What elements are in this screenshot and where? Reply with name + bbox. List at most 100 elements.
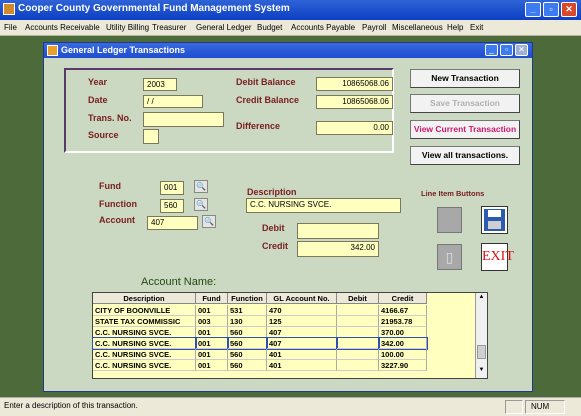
function-field[interactable]: 560	[160, 199, 184, 213]
debit-balance-label: Debit Balance	[236, 77, 296, 87]
table-cell[interactable]: 125	[267, 316, 337, 327]
fund-label: Fund	[99, 181, 121, 191]
save-line-icon[interactable]	[481, 206, 508, 234]
scroll-down-icon[interactable]: ▼	[477, 367, 486, 376]
table-cell[interactable]: 560	[227, 337, 268, 350]
table-cell[interactable]: 560	[228, 360, 267, 371]
menu-accounts-payable[interactable]: Accounts Payable	[291, 23, 355, 32]
menu-budget[interactable]: Budget	[257, 23, 282, 32]
table-cell[interactable]	[336, 337, 380, 350]
table-cell[interactable]: 370.00	[379, 327, 427, 338]
table-cell[interactable]	[337, 349, 379, 360]
table-cell[interactable]: 407	[267, 327, 337, 338]
info-line-icon[interactable]: ▯	[437, 244, 462, 270]
table-cell[interactable]	[337, 360, 379, 371]
fund-field[interactable]: 001	[160, 181, 184, 195]
view-current-transaction-button[interactable]: View Current Transaction	[410, 120, 520, 139]
exit-line-icon[interactable]: EXIT	[481, 243, 514, 271]
table-cell[interactable]: 342.00	[378, 337, 428, 350]
col-debit[interactable]: Debit	[337, 293, 379, 304]
credit-balance-label: Credit Balance	[236, 95, 300, 105]
status-panel	[505, 400, 523, 414]
window-close-icon[interactable]: ✕	[515, 44, 528, 56]
window-title: General Ledger Transactions	[61, 45, 186, 55]
trans-no-label: Trans. No.	[88, 113, 132, 123]
table-cell[interactable]: 001	[196, 360, 228, 371]
account-lookup-icon[interactable]: 🔍	[202, 215, 216, 228]
menu-file[interactable]: File	[4, 23, 17, 32]
table-cell[interactable]: C.C. NURSING SVCE.	[93, 327, 196, 338]
col-fund[interactable]: Fund	[196, 293, 228, 304]
maximize-icon[interactable]: ▫	[543, 2, 559, 17]
table-cell[interactable]	[337, 305, 379, 316]
status-bar: Enter a description of this transaction.…	[0, 397, 581, 416]
table-cell[interactable]	[337, 327, 379, 338]
table-cell[interactable]: C.C. NURSING SVCE.	[92, 337, 197, 350]
blank-line-item-button[interactable]	[437, 207, 462, 233]
menu-exit[interactable]: Exit	[470, 23, 483, 32]
table-cell[interactable]: C.C. NURSING SVCE.	[93, 360, 196, 371]
transactions-grid[interactable]: Description Fund Function GL Account No.…	[92, 292, 488, 379]
close-icon[interactable]: ✕	[561, 2, 577, 17]
credit-field[interactable]: 342.00	[297, 241, 379, 257]
col-credit[interactable]: Credit	[379, 293, 427, 304]
menu-payroll[interactable]: Payroll	[362, 23, 386, 32]
table-cell[interactable]: C.C. NURSING SVCE.	[93, 349, 196, 360]
window-minimize-icon[interactable]: _	[485, 44, 498, 56]
scroll-thumb[interactable]	[477, 345, 486, 359]
window-maximize-icon[interactable]: ▫	[500, 44, 513, 56]
description-field[interactable]: C.C. NURSING SVCE.	[246, 198, 401, 213]
table-cell[interactable]: 560	[228, 327, 267, 338]
table-cell[interactable]: 531	[228, 305, 267, 316]
table-cell[interactable]: 001	[196, 327, 228, 338]
num-lock-panel: NUM	[525, 400, 565, 414]
description-label: Description	[247, 187, 297, 197]
trans-no-field[interactable]	[143, 112, 224, 127]
menu-help[interactable]: Help	[447, 23, 463, 32]
table-cell[interactable]: 470	[267, 305, 337, 316]
app-icon	[3, 3, 15, 15]
table-cell[interactable]: 001	[196, 349, 228, 360]
table-cell[interactable]: STATE TAX COMMISSIC	[93, 316, 196, 327]
save-transaction-button[interactable]: Save Transaction	[410, 94, 520, 113]
table-cell[interactable]	[337, 316, 379, 327]
table-cell[interactable]: 21953.78	[379, 316, 427, 327]
function-lookup-icon[interactable]: 🔍	[194, 198, 208, 211]
year-field[interactable]: 2003	[143, 78, 177, 91]
credit-balance-field: 10865068.06	[316, 95, 393, 109]
scroll-up-icon[interactable]: ▲	[477, 294, 486, 303]
table-cell[interactable]: 001	[195, 337, 229, 350]
table-cell[interactable]: 407	[266, 337, 338, 350]
table-cell[interactable]: 560	[228, 349, 267, 360]
col-function[interactable]: Function	[228, 293, 267, 304]
table-cell[interactable]: 003	[196, 316, 228, 327]
minimize-icon[interactable]: _	[525, 2, 541, 17]
grid-scrollbar[interactable]: ▲ ▼	[475, 293, 487, 378]
table-cell[interactable]: 001	[196, 305, 228, 316]
col-gl-account[interactable]: GL Account No.	[267, 293, 337, 304]
table-cell[interactable]: 401	[267, 349, 337, 360]
col-description[interactable]: Description	[93, 293, 196, 304]
view-all-transactions-button[interactable]: View all transactions.	[410, 146, 520, 165]
menu-treasurer[interactable]: Treasurer	[152, 23, 186, 32]
fund-lookup-icon[interactable]: 🔍	[194, 180, 208, 193]
table-cell[interactable]: 130	[228, 316, 267, 327]
window-title-bar: General Ledger Transactions	[44, 43, 532, 58]
menu-accounts-receivable[interactable]: Accounts Receivable	[25, 23, 100, 32]
source-field[interactable]	[143, 129, 159, 144]
table-cell[interactable]: 3227.90	[379, 360, 427, 371]
account-field[interactable]: 407	[147, 216, 198, 230]
menu-utility-billing[interactable]: Utility Billing	[106, 23, 149, 32]
table-cell[interactable]: 401	[267, 360, 337, 371]
credit-label: Credit	[262, 241, 289, 251]
debit-field[interactable]	[297, 223, 379, 239]
difference-label: Difference	[236, 121, 281, 131]
table-cell[interactable]: CITY OF BOONVILLE	[93, 305, 196, 316]
table-cell[interactable]: 4166.67	[379, 305, 427, 316]
menu-miscellaneous[interactable]: Miscellaneous	[392, 23, 443, 32]
app-title: Cooper County Governmental Fund Manageme…	[18, 3, 290, 14]
menu-general-ledger[interactable]: General Ledger	[196, 23, 252, 32]
new-transaction-button[interactable]: New Transaction	[410, 69, 520, 88]
date-field[interactable]: / /	[143, 95, 203, 108]
table-cell[interactable]: 100.00	[379, 349, 427, 360]
